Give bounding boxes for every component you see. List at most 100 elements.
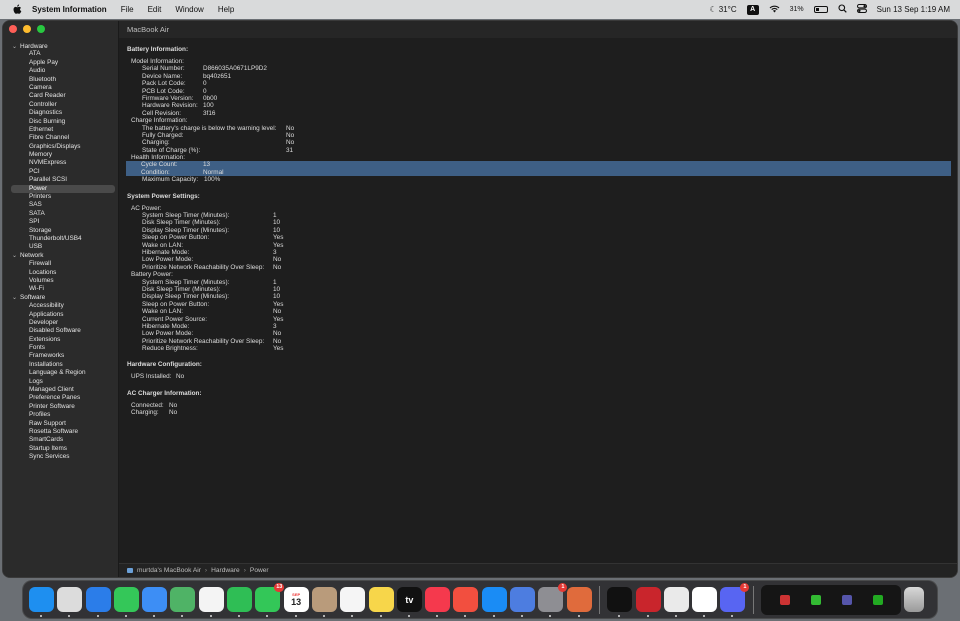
sidebar-item-volumes[interactable]: Volumes — [3, 277, 119, 285]
apple-menu-icon[interactable] — [10, 3, 24, 17]
dock-music-icon[interactable] — [425, 587, 451, 617]
sidebar-item-installations[interactable]: Installations — [3, 361, 119, 369]
sidebar-item-bluetooth[interactable]: Bluetooth — [3, 76, 119, 84]
dock-claude-icon[interactable] — [566, 587, 592, 617]
sidebar-item-thunderbolt-usb4[interactable]: Thunderbolt/USB4 — [3, 235, 119, 243]
sidebar-item-managed-client[interactable]: Managed Client — [3, 386, 119, 394]
sidebar-item-nvmexpress[interactable]: NVMExpress — [3, 159, 119, 167]
dock-reminders-icon[interactable] — [340, 587, 366, 617]
sidebar-item-disabled-software[interactable]: Disabled Software — [3, 327, 119, 335]
dock-notes-icon[interactable] — [368, 587, 394, 617]
zoom-button[interactable] — [37, 25, 45, 33]
menu-window[interactable]: Window — [175, 5, 203, 14]
dock-launchpad-icon[interactable] — [57, 587, 83, 617]
sidebar-item-memory[interactable]: Memory — [3, 151, 119, 159]
sidebar-item-usb[interactable]: USB — [3, 243, 119, 251]
sidebar-item-accessibility[interactable]: Accessibility — [3, 302, 119, 310]
sidebar-item-firewall[interactable]: Firewall — [3, 260, 119, 268]
dock-chrome-icon[interactable] — [692, 587, 718, 617]
dock-rocket-typist-icon[interactable] — [453, 587, 479, 617]
search-icon[interactable] — [838, 4, 847, 15]
sidebar-item-spi[interactable]: SPI — [3, 218, 119, 226]
dock-calendar-icon[interactable]: SEP 13 — [283, 587, 309, 617]
weather-widget[interactable]: ☾ 31°C — [710, 5, 737, 14]
sidebar-item-diagnostics[interactable]: Diagnostics — [3, 109, 119, 117]
minimized-window-thumbnail[interactable] — [841, 594, 852, 605]
dock-parallels-icon[interactable] — [635, 587, 661, 617]
sidebar-item-sata[interactable]: SATA — [3, 210, 119, 218]
path-computer[interactable]: murtda's MacBook Air — [137, 567, 201, 574]
input-source-indicator[interactable]: A — [746, 4, 759, 15]
dock-minimized-windows[interactable] — [761, 584, 902, 615]
chevron-down-icon[interactable]: ⌄ — [12, 43, 20, 50]
sidebar-item-card-reader[interactable]: Card Reader — [3, 92, 119, 100]
sidebar-group-software[interactable]: ⌄ Software — [3, 294, 119, 302]
dock-photos-icon[interactable] — [198, 587, 224, 617]
sidebar-item-wi-fi[interactable]: Wi-Fi — [3, 285, 119, 293]
control-center-icon[interactable] — [856, 4, 867, 15]
sidebar-item-sas[interactable]: SAS — [3, 201, 119, 209]
dock-facetime-icon[interactable] — [227, 587, 253, 617]
dock-messages-icon[interactable] — [113, 587, 139, 617]
sidebar-item-language-region[interactable]: Language & Region — [3, 369, 119, 377]
sidebar-item-developer[interactable]: Developer — [3, 319, 119, 327]
sidebar-item-graphics-displays[interactable]: Graphics/Displays — [3, 143, 119, 151]
dock-simulator-icon[interactable] — [510, 587, 536, 617]
dock-safari-icon[interactable] — [85, 587, 111, 617]
dock-contacts-icon[interactable] — [311, 587, 337, 617]
dock-preview-app-icon[interactable] — [663, 587, 689, 617]
sidebar-group-network[interactable]: ⌄ Network — [3, 252, 119, 260]
dock-system-preferences-icon[interactable]: 1 — [538, 583, 568, 617]
sidebar-item-startup-items[interactable]: Startup Items — [3, 445, 119, 453]
sidebar-item-parallel-scsi[interactable]: Parallel SCSI — [3, 176, 119, 184]
chevron-down-icon[interactable]: ⌄ — [12, 252, 20, 259]
sidebar-item-controller[interactable]: Controller — [3, 101, 119, 109]
sidebar-item-locations[interactable]: Locations — [3, 269, 119, 277]
path-hardware[interactable]: Hardware — [211, 567, 240, 574]
sidebar-item-ethernet[interactable]: Ethernet — [3, 126, 119, 134]
sidebar-item-fonts[interactable]: Fonts — [3, 344, 119, 352]
menu-app-name[interactable]: System Information — [32, 5, 107, 14]
sidebar-item-disc-burning[interactable]: Disc Burning — [3, 118, 119, 126]
sidebar-item-storage[interactable]: Storage — [3, 227, 119, 235]
sidebar-item-ata[interactable]: ATA — [3, 50, 119, 58]
sidebar-item-fibre-channel[interactable]: Fibre Channel — [3, 134, 119, 142]
chevron-down-icon[interactable]: ⌄ — [12, 294, 20, 301]
sidebar-item-extensions[interactable]: Extensions — [3, 336, 119, 344]
minimized-window-thumbnail[interactable] — [872, 594, 883, 605]
sidebar-item-printers[interactable]: Printers — [3, 193, 119, 201]
sidebar-item-smartcards[interactable]: SmartCards — [3, 436, 119, 444]
sidebar-item-camera[interactable]: Camera — [3, 84, 119, 92]
dock-apple-tv-icon[interactable]: tv — [396, 587, 422, 617]
menu-help[interactable]: Help — [218, 5, 234, 14]
sidebar-group-hardware[interactable]: ⌄ Hardware — [3, 42, 119, 50]
dock-phone-icon[interactable]: 13 — [255, 583, 285, 617]
minimized-window-thumbnail[interactable] — [810, 594, 821, 605]
sidebar-item-raw-support[interactable]: Raw Support — [3, 420, 119, 428]
dock-discord-icon[interactable]: 1 — [720, 583, 750, 617]
sidebar-item-apple-pay[interactable]: Apple Pay — [3, 59, 119, 67]
sidebar-item-frameworks[interactable]: Frameworks — [3, 352, 119, 360]
sidebar-item-profiles[interactable]: Profiles — [3, 411, 119, 419]
dock-app-store-icon[interactable] — [481, 587, 507, 617]
minimized-window-thumbnail[interactable] — [779, 594, 790, 605]
minimize-button[interactable] — [23, 25, 31, 33]
dock-spotify-icon[interactable] — [607, 587, 633, 617]
trash-icon[interactable] — [904, 587, 925, 612]
sidebar-item-rosetta-software[interactable]: Rosetta Software — [3, 428, 119, 436]
sidebar-item-printer-software[interactable]: Printer Software — [3, 403, 119, 411]
dock-mail-icon[interactable] — [142, 587, 168, 617]
dock-maps-icon[interactable] — [170, 587, 196, 617]
battery-icon[interactable] — [813, 6, 828, 13]
sidebar-item-pci[interactable]: PCI — [3, 168, 119, 176]
sidebar-item-preference-panes[interactable]: Preference Panes — [3, 394, 119, 402]
close-button[interactable] — [9, 25, 17, 33]
path-power[interactable]: Power — [250, 567, 269, 574]
sidebar-item-logs[interactable]: Logs — [3, 378, 119, 386]
menu-edit[interactable]: Edit — [148, 5, 162, 14]
dock-finder-icon[interactable] — [29, 587, 54, 617]
sidebar-item-applications[interactable]: Applications — [3, 311, 119, 319]
sidebar-item-audio[interactable]: Audio — [3, 67, 119, 75]
menu-file[interactable]: File — [121, 5, 134, 14]
clock[interactable]: Sun 13 Sep 1:19 AM — [877, 5, 950, 14]
